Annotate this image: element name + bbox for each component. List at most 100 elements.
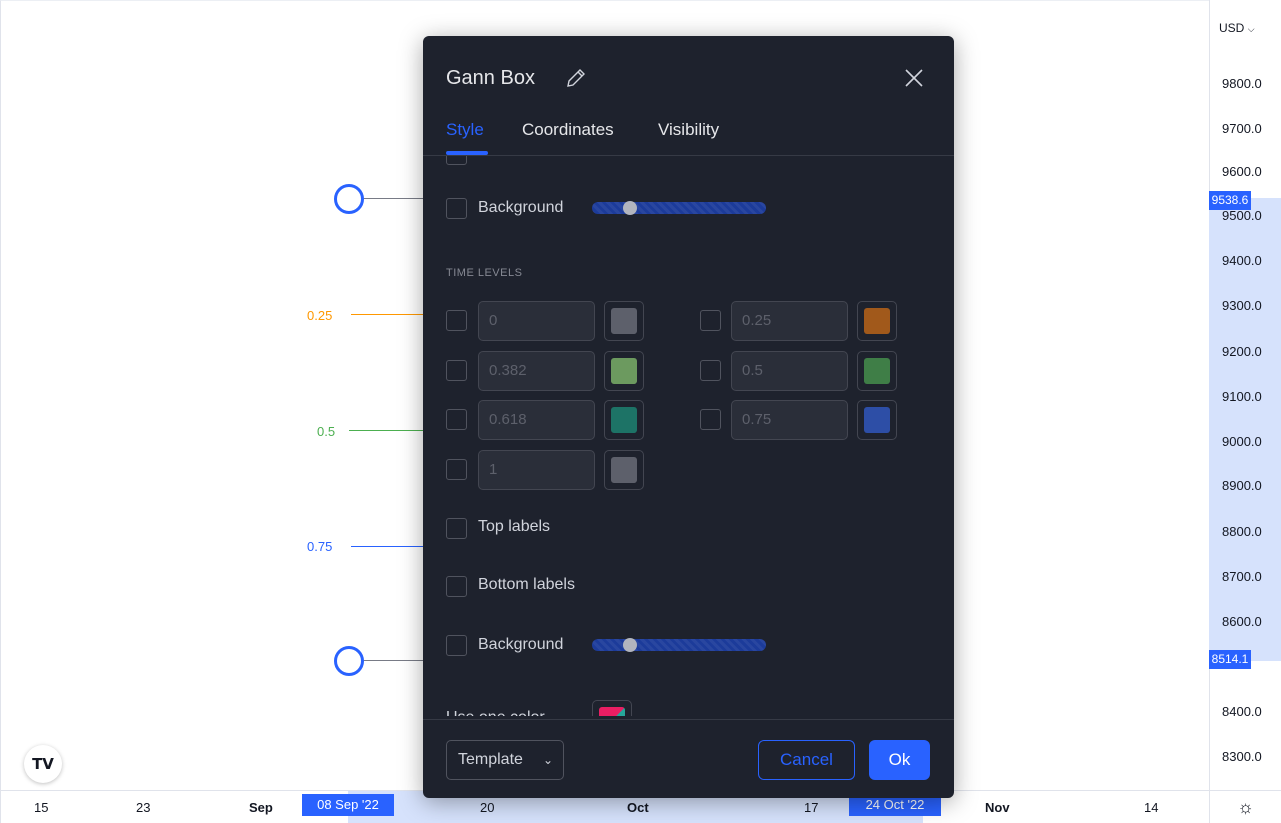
style-settings-scroll-area[interactable]: Background TIME LEVELS 0 0.382 0.618 1 0… <box>423 156 954 716</box>
price-label: 9500.0 <box>1222 208 1262 223</box>
level-color-button[interactable] <box>857 301 897 341</box>
color-swatch <box>864 407 890 433</box>
time-label: Oct <box>627 800 649 815</box>
level-input[interactable]: 0.25 <box>731 301 848 341</box>
template-dropdown[interactable]: Template ⌄ <box>446 740 564 780</box>
level-color-button[interactable] <box>857 351 897 391</box>
gann-top-handle[interactable] <box>334 184 364 214</box>
chart-screen: 0.25 0.5 0.75 TV USD ⌵ 9800.0 9700.0 960… <box>0 0 1281 823</box>
bottom-labels-checkbox[interactable] <box>446 576 467 597</box>
footer-divider <box>423 719 954 720</box>
price-tag-bottom: 8514.1 <box>1209 650 1251 669</box>
currency-label: USD <box>1219 21 1245 35</box>
price-label: 8800.0 <box>1222 524 1262 539</box>
slider-checker <box>592 202 766 214</box>
dialog-title: Gann Box <box>446 67 535 89</box>
level-input[interactable]: 0.75 <box>731 400 848 440</box>
level-label-05: 0.5 <box>317 424 336 439</box>
color-swatch <box>611 407 637 433</box>
slider-checker <box>592 639 766 651</box>
price-label: 8700.0 <box>1222 569 1262 584</box>
chevron-down-icon: ⌵ <box>1247 24 1255 34</box>
level-checkbox[interactable] <box>700 360 721 381</box>
price-label: 9400.0 <box>1222 253 1262 268</box>
level-label-025: 0.25 <box>307 308 333 323</box>
level-checkbox[interactable] <box>700 310 721 331</box>
level-color-button[interactable] <box>604 450 644 490</box>
gann-bottom-handle[interactable] <box>334 646 364 676</box>
background-bottom-label: Background <box>478 636 564 653</box>
tab-style[interactable]: Style <box>446 120 484 140</box>
price-label: 8900.0 <box>1222 478 1262 493</box>
color-swatch <box>611 457 637 483</box>
price-label: 9800.0 <box>1222 76 1262 91</box>
level-checkbox[interactable] <box>446 459 467 480</box>
checkbox-partial[interactable] <box>446 156 467 165</box>
time-label: Nov <box>985 800 1010 815</box>
tradingview-logo[interactable]: TV <box>24 745 62 783</box>
time-levels-title: TIME LEVELS <box>446 267 523 279</box>
color-swatch <box>864 358 890 384</box>
multi-color-swatch <box>599 707 625 716</box>
currency-selector[interactable]: USD ⌵ <box>1219 21 1255 35</box>
bottom-labels-label: Bottom labels <box>478 576 575 593</box>
time-label: 23 <box>136 800 151 815</box>
color-swatch <box>611 358 637 384</box>
time-label: Sep <box>249 800 273 815</box>
time-label: 17 <box>804 800 819 815</box>
price-label: 8300.0 <box>1222 749 1262 764</box>
chevron-down-icon: ⌄ <box>542 753 553 767</box>
tab-coordinates[interactable]: Coordinates <box>522 120 614 140</box>
price-label: 9300.0 <box>1222 298 1262 313</box>
pencil-icon[interactable] <box>564 66 588 90</box>
use-one-color-button[interactable] <box>592 700 632 716</box>
background-bottom-opacity-slider[interactable] <box>592 639 766 651</box>
level-input[interactable]: 0 <box>478 301 595 341</box>
price-label: 8600.0 <box>1222 614 1262 629</box>
price-label: 9700.0 <box>1222 121 1262 136</box>
time-tag-left: 08 Sep '22 <box>302 794 394 816</box>
level-checkbox[interactable] <box>446 409 467 430</box>
price-label: 9600.0 <box>1222 164 1262 179</box>
price-label: 9200.0 <box>1222 344 1262 359</box>
level-color-button[interactable] <box>857 400 897 440</box>
background-top-opacity-slider[interactable] <box>592 202 766 214</box>
price-tag-top: 9538.6 <box>1209 191 1251 210</box>
level-color-button[interactable] <box>604 400 644 440</box>
background-top-label: Background <box>478 199 564 216</box>
level-input[interactable]: 1 <box>478 450 595 490</box>
slider-knob[interactable] <box>623 638 637 652</box>
level-line-075 <box>351 546 424 547</box>
level-checkbox[interactable] <box>700 409 721 430</box>
level-color-button[interactable] <box>604 351 644 391</box>
background-top-checkbox[interactable] <box>446 198 467 219</box>
time-label: 20 <box>480 800 495 815</box>
level-line-05 <box>349 430 424 431</box>
gann-box-settings-dialog: Gann Box Style Coordinates Visibility Ba… <box>423 36 954 798</box>
level-checkbox[interactable] <box>446 310 467 331</box>
time-label: 15 <box>34 800 49 815</box>
level-color-button[interactable] <box>604 301 644 341</box>
gear-icon: ☼ <box>1237 796 1254 817</box>
level-input[interactable]: 0.5 <box>731 351 848 391</box>
close-icon[interactable] <box>902 66 926 90</box>
top-labels-checkbox[interactable] <box>446 518 467 539</box>
level-input[interactable]: 0.382 <box>478 351 595 391</box>
slider-knob[interactable] <box>623 201 637 215</box>
price-label: 9100.0 <box>1222 389 1262 404</box>
price-label: 9000.0 <box>1222 434 1262 449</box>
level-checkbox[interactable] <box>446 360 467 381</box>
template-label: Template <box>458 751 523 768</box>
level-input[interactable]: 0.618 <box>478 400 595 440</box>
cancel-button[interactable]: Cancel <box>758 740 855 780</box>
chart-settings-button[interactable]: ☼ <box>1209 790 1281 823</box>
ok-button[interactable]: Ok <box>869 740 930 780</box>
level-label-075: 0.75 <box>307 539 333 554</box>
tab-visibility[interactable]: Visibility <box>658 120 719 140</box>
background-bottom-checkbox[interactable] <box>446 635 467 656</box>
use-one-color-label: Use one color <box>446 709 545 716</box>
time-label: 14 <box>1144 800 1159 815</box>
price-label: 8400.0 <box>1222 704 1262 719</box>
top-labels-label: Top labels <box>478 518 551 535</box>
level-line-025 <box>351 314 424 315</box>
